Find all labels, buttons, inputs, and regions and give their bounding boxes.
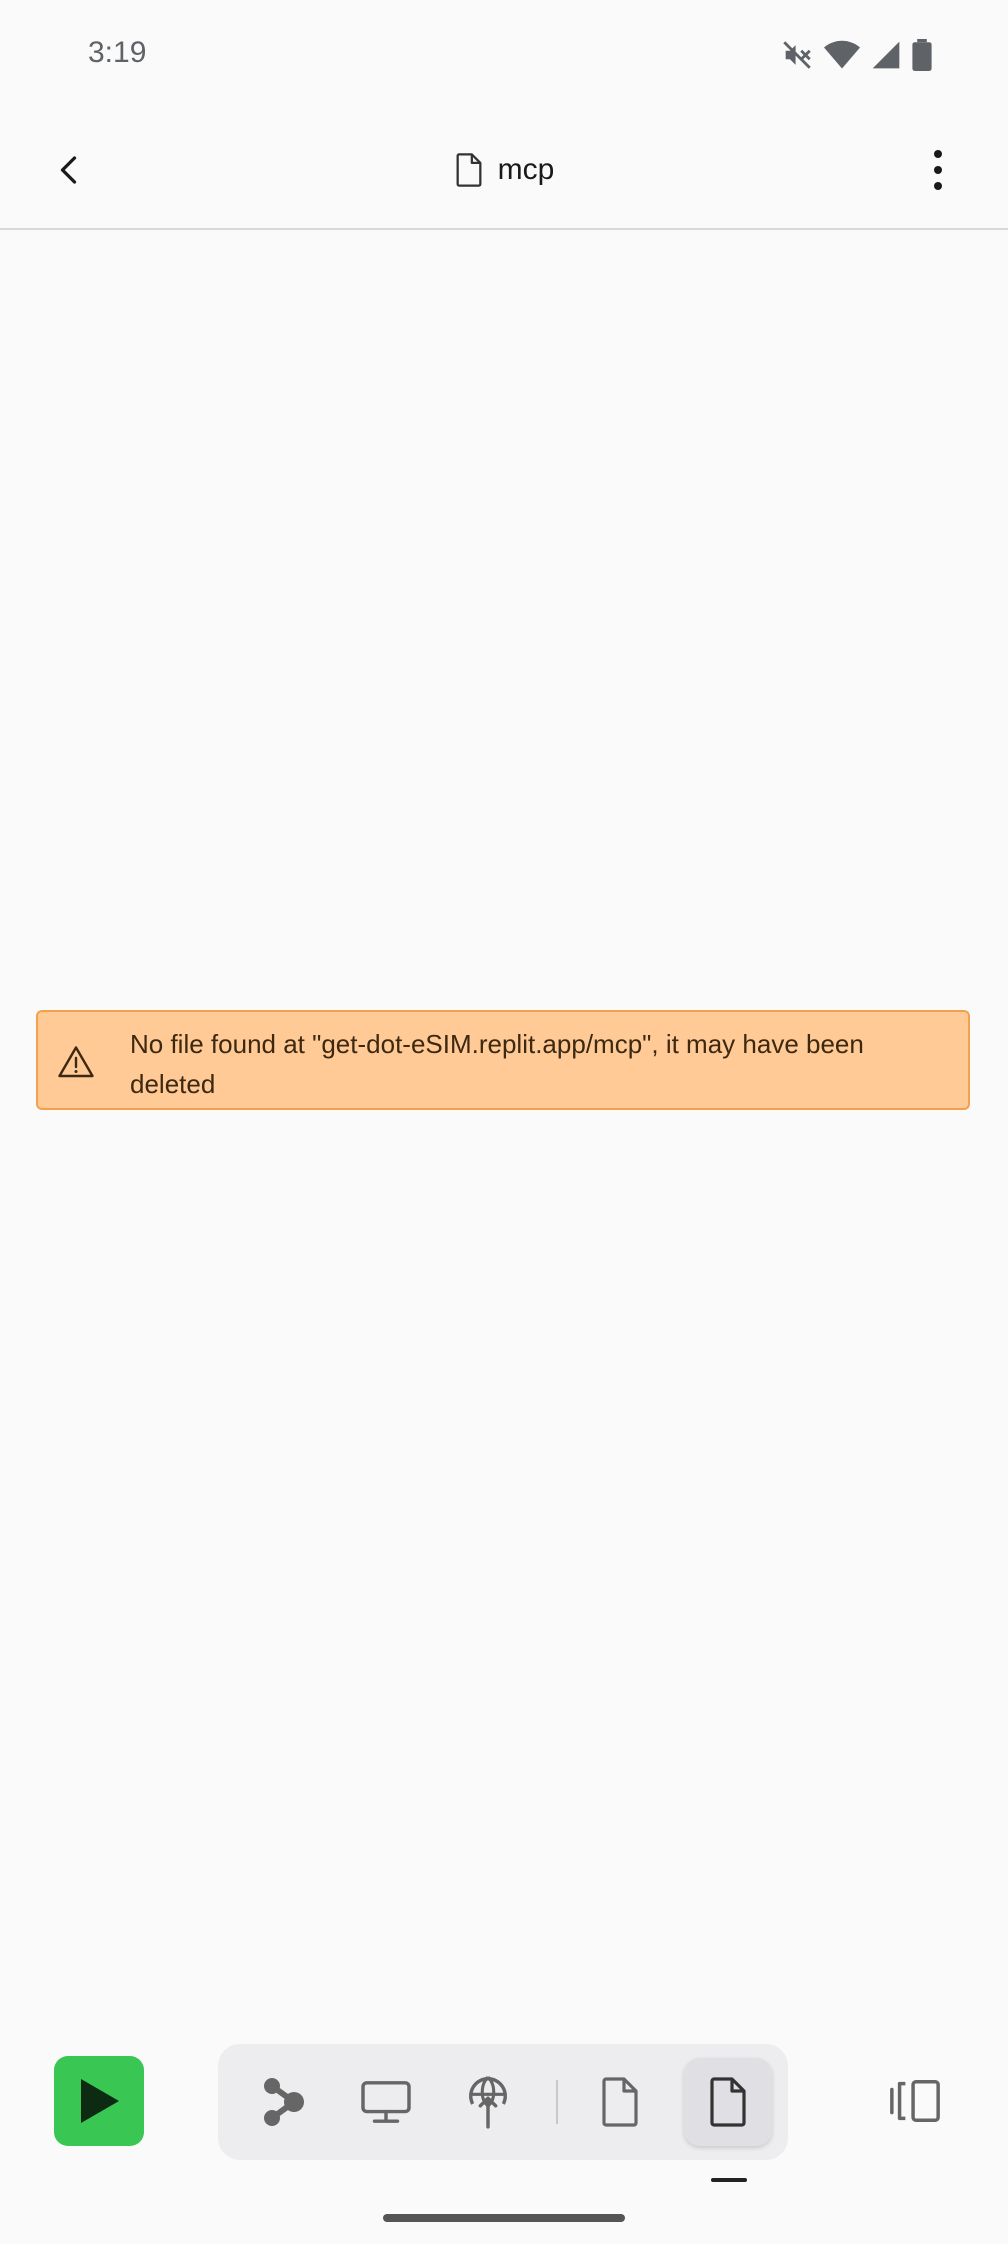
wifi-icon	[824, 40, 860, 69]
warning-message: No file found at "get-dot-eSIM.replit.ap…	[130, 1029, 864, 1099]
tool-divider	[556, 2080, 558, 2124]
file-icon	[456, 153, 482, 187]
split-view-button[interactable]	[870, 2056, 960, 2146]
tool-file-active[interactable]	[684, 2058, 772, 2146]
battery-icon	[912, 39, 932, 71]
play-icon	[81, 2079, 119, 2123]
page-title: mcp	[497, 153, 555, 186]
tool-deploy[interactable]	[444, 2058, 532, 2146]
status-time: 3:19	[88, 36, 147, 69]
agent-nodes-icon	[264, 2078, 304, 2126]
run-button[interactable]	[54, 2056, 144, 2146]
monitor-icon	[361, 2081, 411, 2123]
tool-switcher	[218, 2044, 788, 2160]
signal-icon	[872, 41, 900, 69]
deploy-globe-icon	[469, 2076, 507, 2129]
status-bar: 3:19	[0, 0, 1008, 112]
warning-triangle-icon	[58, 1046, 94, 1078]
active-tab-indicator	[711, 2178, 747, 2182]
tool-agent[interactable]	[240, 2058, 328, 2146]
home-gesture-handle[interactable]	[383, 2214, 625, 2222]
more-vertical-icon	[934, 150, 942, 190]
file-not-found-warning: No file found at "get-dot-eSIM.replit.ap…	[36, 1010, 970, 1110]
file-title: mcp	[0, 112, 1008, 228]
tool-preview[interactable]	[342, 2058, 430, 2146]
tool-file[interactable]	[576, 2058, 664, 2146]
file-icon	[710, 2077, 746, 2127]
status-icons	[780, 38, 932, 72]
split-pane-icon	[890, 2079, 940, 2123]
app-bar: mcp	[0, 112, 1008, 230]
more-options-button[interactable]	[908, 140, 968, 200]
mute-icon	[783, 41, 811, 69]
file-icon	[602, 2077, 638, 2127]
bottom-toolbar	[0, 2040, 1008, 2200]
